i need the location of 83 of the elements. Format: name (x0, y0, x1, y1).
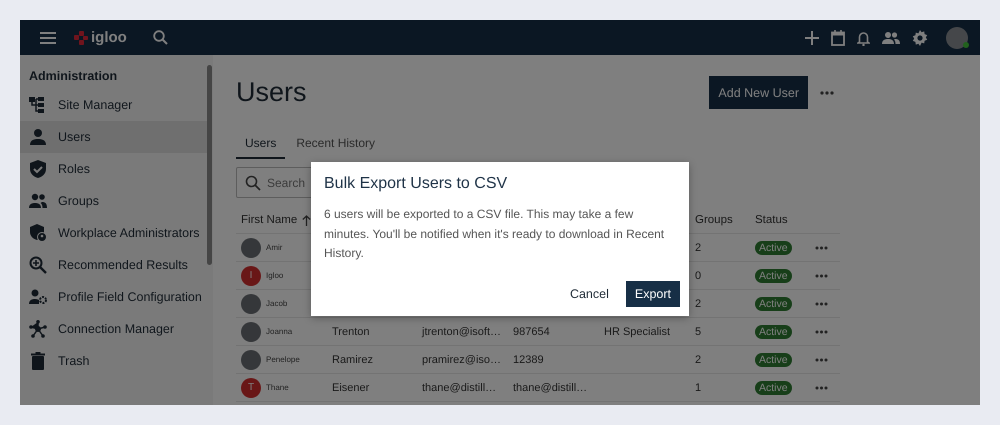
status-badge: Active (755, 352, 792, 366)
first-name: Igloo (266, 271, 284, 280)
user-avatar[interactable] (946, 26, 968, 48)
status-badge: Active (755, 324, 792, 338)
person-icon (29, 128, 47, 146)
avatar-photo (241, 350, 261, 370)
sidebar-item[interactable]: Connection Manager (20, 313, 207, 345)
cancel-button[interactable]: Cancel (560, 281, 618, 307)
settings-icon[interactable] (912, 30, 928, 46)
sitemap-icon (29, 96, 47, 114)
search-plus-icon (29, 256, 47, 274)
table-cell: jtrenton@isoft… (422, 326, 502, 338)
logo-text[interactable]: igloo (91, 29, 127, 46)
trash-icon (29, 352, 47, 370)
avatar-photo (241, 294, 261, 314)
sidebar-item[interactable]: Recommended Results (20, 249, 207, 281)
column-header[interactable]: First Name (241, 214, 298, 226)
plus-icon[interactable] (805, 30, 819, 44)
more-icon[interactable] (815, 246, 828, 250)
column-header[interactable]: Groups (695, 214, 733, 226)
more-icon[interactable] (815, 302, 828, 306)
first-name: Jacob (266, 299, 288, 308)
sidebar-item[interactable]: Profile Field Configuration (20, 281, 207, 313)
people-icon[interactable] (882, 32, 900, 44)
group-count: 0 (695, 270, 702, 282)
sidebar-item[interactable]: Roles (20, 153, 207, 185)
more-icon[interactable] (815, 274, 828, 278)
sidebar-heading: Administration (28, 69, 118, 85)
more-icon[interactable] (815, 358, 828, 362)
avatar-photo (241, 238, 261, 258)
sidebar-item[interactable]: Workplace Administrators (20, 217, 207, 249)
table-cell: Trenton (332, 326, 370, 338)
table-cell: Eisener (332, 382, 370, 394)
search-icon (245, 175, 261, 191)
page-title: Users (236, 77, 307, 108)
menu-icon[interactable] (40, 32, 56, 44)
group-count: 2 (695, 354, 702, 366)
table-cell: thane@distill… (513, 382, 588, 394)
tab[interactable]: Users (236, 130, 286, 159)
group-count: 2 (695, 242, 702, 254)
status-badge: Active (755, 268, 792, 282)
dialog-message: 6 users will be exported to a CSV file. This may take a few minutes. You'll be notified when it's ready to download in Recent History. (324, 206, 666, 262)
table-cell: 12389 (513, 354, 544, 366)
status-badge: Active (755, 296, 792, 310)
group-count: 2 (695, 298, 702, 310)
avatar-photo (241, 322, 261, 342)
first-name: Joanna (266, 327, 292, 336)
first-name: Thane (266, 383, 289, 392)
more-icon[interactable] (815, 386, 828, 390)
table-cell: pramirez@iso… (422, 354, 502, 366)
logo-icon (74, 30, 88, 44)
sidebar-item[interactable]: Groups (20, 185, 207, 217)
column-header[interactable]: Status (755, 214, 788, 226)
bell-icon[interactable] (857, 30, 870, 46)
search-icon[interactable] (152, 30, 168, 45)
avatar-initial: T (241, 378, 261, 398)
person-gear-icon (29, 288, 47, 306)
table-cell: Ramirez (332, 354, 373, 366)
sidebar-item[interactable]: Users (20, 121, 207, 153)
shield-check-icon (29, 160, 47, 178)
status-badge: Active (755, 380, 792, 394)
status-badge: Active (755, 240, 792, 254)
people-icon (29, 192, 47, 210)
network-icon (29, 320, 47, 338)
sidebar-item[interactable]: Site Manager (20, 89, 207, 121)
first-name: Amir (266, 243, 282, 252)
shield-person-icon (29, 224, 47, 242)
group-count: 5 (695, 326, 702, 338)
sidebar-item[interactable]: Trash (20, 345, 207, 377)
table-cell: 987654 (513, 326, 550, 338)
more-icon[interactable] (815, 330, 828, 334)
add-user-button[interactable]: Add New User (709, 76, 808, 109)
tab[interactable]: Recent History (287, 130, 384, 159)
first-name: Penelope (266, 355, 300, 364)
table-cell: thane@distill… (422, 382, 496, 394)
export-button[interactable]: Export (626, 281, 680, 307)
group-count: 1 (695, 382, 702, 394)
calendar-icon[interactable] (831, 30, 845, 46)
dialog-title: Bulk Export Users to CSV (324, 175, 508, 193)
avatar-initial: I (241, 266, 261, 286)
more-icon[interactable] (820, 90, 834, 94)
table-cell: HR Specialist (604, 326, 670, 338)
sort-arrow-icon[interactable] (302, 214, 312, 226)
